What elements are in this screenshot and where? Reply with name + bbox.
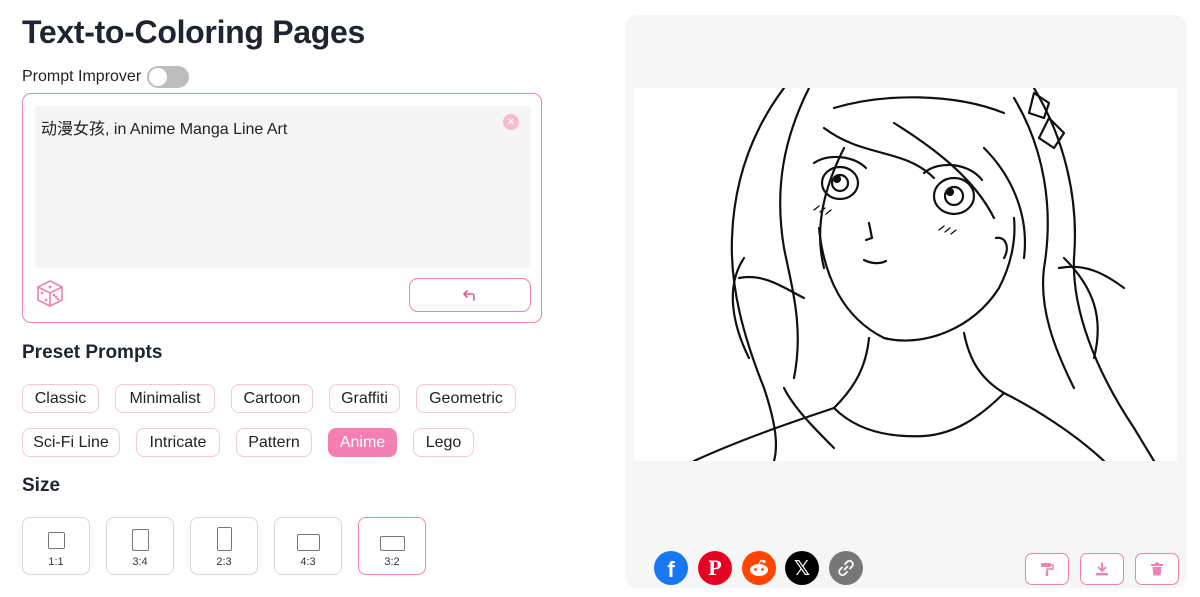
prompt-improver-label: Prompt Improver <box>22 68 142 85</box>
pinterest-icon[interactable]: P <box>698 551 732 585</box>
size-label: 3:2 <box>384 556 400 568</box>
submit-button[interactable] <box>409 278 531 312</box>
preview-panel: f P 𝕏 <box>625 15 1187 588</box>
preset-sci-fi-line[interactable]: Sci-Fi Line <box>22 428 120 457</box>
preset-pattern[interactable]: Pattern <box>236 428 312 457</box>
preset-intricate[interactable]: Intricate <box>136 428 220 457</box>
link-icon[interactable] <box>829 551 863 585</box>
facebook-icon[interactable]: f <box>654 551 688 585</box>
trash-icon <box>1151 562 1163 576</box>
link-chain-glyph <box>838 560 854 576</box>
size-option-3-2[interactable]: 3:2 <box>358 517 426 575</box>
aspect-tall-icon <box>217 527 232 551</box>
preset-minimalist[interactable]: Minimalist <box>115 384 215 413</box>
prompt-improver: Prompt Improver <box>22 66 190 88</box>
return-arrow-icon <box>463 290 475 301</box>
aspect-portrait-icon <box>132 529 149 551</box>
close-icon[interactable]: × <box>503 114 519 130</box>
download-icon <box>1096 562 1108 576</box>
preset-lego[interactable]: Lego <box>413 428 474 457</box>
preset-geometric[interactable]: Geometric <box>416 384 516 413</box>
paint-roller-icon <box>1041 563 1054 576</box>
size-option-3-4[interactable]: 3:4 <box>106 517 174 575</box>
aspect-wide-icon <box>380 536 405 551</box>
generated-coloring-image[interactable] <box>634 88 1177 461</box>
prompt-box: 动漫女孩, in Anime Manga Line Art × <box>22 93 542 323</box>
dice-icon[interactable] <box>35 278 65 308</box>
reddit-alien-glyph <box>750 559 768 576</box>
size-option-1-1[interactable]: 1:1 <box>22 517 90 575</box>
size-heading: Size <box>22 475 61 496</box>
anime-girl-line-art <box>692 88 1156 461</box>
preset-classic[interactable]: Classic <box>22 384 99 413</box>
preset-cartoon[interactable]: Cartoon <box>231 384 313 413</box>
prompt-text: 动漫女孩, in Anime Manga Line Art <box>41 121 288 138</box>
page-title: Text-to-Coloring Pages <box>22 14 366 50</box>
size-label: 1:1 <box>48 556 64 568</box>
preset-prompts-heading: Preset Prompts <box>22 342 163 363</box>
download-button[interactable] <box>1080 553 1124 585</box>
size-option-2-3[interactable]: 2:3 <box>190 517 258 575</box>
prompt-input[interactable]: 动漫女孩, in Anime Manga Line Art × <box>35 106 531 268</box>
toggle-knob <box>149 68 168 86</box>
aspect-square-icon <box>48 532 65 549</box>
aspect-landscape-icon <box>297 534 320 551</box>
size-option-4-3[interactable]: 4:3 <box>274 517 342 575</box>
preset-anime[interactable]: Anime <box>328 428 397 457</box>
preset-graffiti[interactable]: Graffiti <box>329 384 400 413</box>
delete-button[interactable] <box>1135 553 1179 585</box>
size-label: 2:3 <box>216 556 232 568</box>
x-icon[interactable]: 𝕏 <box>785 551 819 585</box>
prompt-improver-toggle[interactable] <box>147 66 190 88</box>
paint-roller-button[interactable] <box>1025 553 1069 585</box>
reddit-icon[interactable] <box>742 551 776 585</box>
size-label: 4:3 <box>300 556 316 568</box>
size-label: 3:4 <box>132 556 148 568</box>
